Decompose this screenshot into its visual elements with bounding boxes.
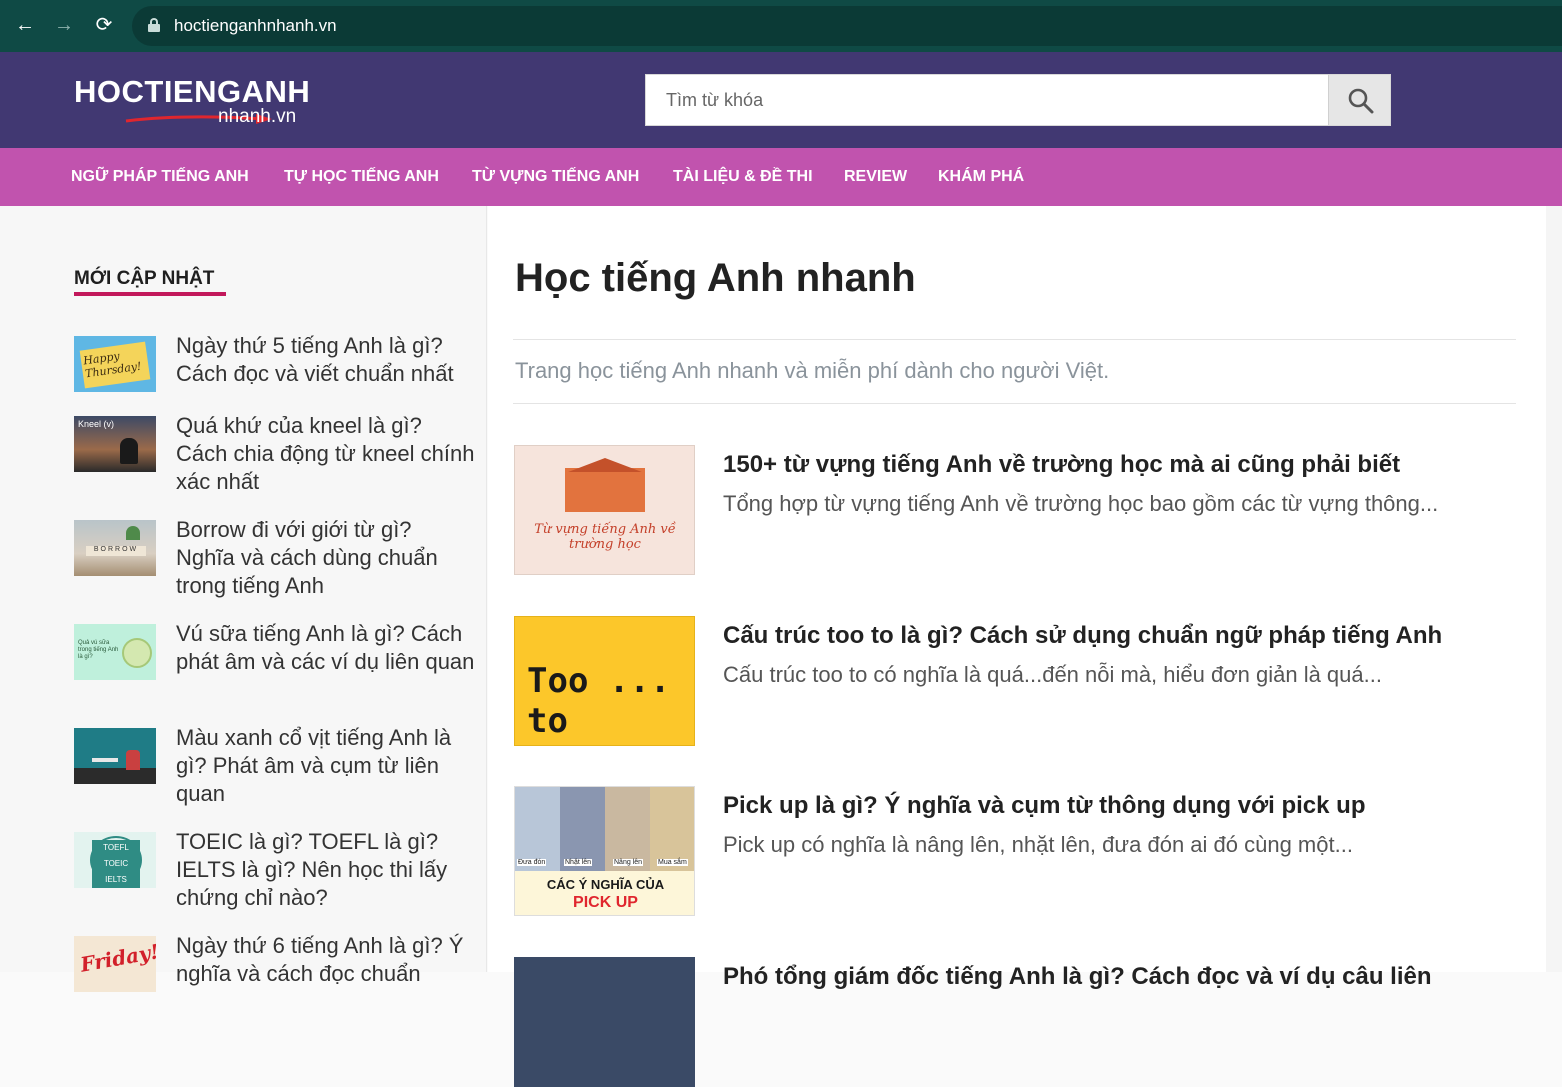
sidebar-post-title[interactable]: TOEIC là gì? TOEFL là gì? IELTS là gì? N… — [176, 828, 476, 912]
logo-bottom-text: nhanh.vn — [218, 106, 297, 127]
sidebar-post-title[interactable]: Borrow đi với giới từ gì? Nghĩa và cách … — [176, 516, 476, 600]
menu-item-tu-hoc[interactable]: TỰ HỌC TIẾNG ANH — [284, 168, 439, 186]
search-input[interactable] — [646, 75, 1329, 125]
sidebar: MỚI CẬP NHẬT Happy Thursday! Ngày thứ 5 … — [0, 206, 487, 992]
site-logo[interactable]: HOCTIENGANH nhanh.vn — [74, 74, 314, 130]
post-thumbnail[interactable] — [74, 728, 156, 784]
back-arrow-icon[interactable]: ← — [12, 12, 38, 38]
thumb-caption: Từ vựng tiếng Anh về trường học — [534, 522, 676, 552]
thumb-caption: Kneel (v) — [78, 419, 115, 429]
thumb-caption: Quả vú sữa trong tiếng Anh là gì? — [78, 640, 119, 660]
thumb-caption: CÁC Ý NGHĨA CỦA — [546, 877, 665, 892]
search-icon — [1348, 88, 1374, 114]
forward-arrow-icon[interactable]: → — [51, 12, 77, 38]
page-gutter — [1546, 206, 1562, 972]
menu-item-kham-pha[interactable]: KHÁM PHÁ — [938, 168, 1024, 186]
post-title[interactable]: Phó tổng giám đốc tiếng Anh là gì? Cách … — [723, 963, 1432, 991]
main-menu: NGỮ PHÁP TIẾNG ANH TỰ HỌC TIẾNG ANH TỪ V… — [0, 148, 1562, 206]
post-thumbnail[interactable]: Đưa đón Nhặt lên Nâng lên Mua sắm CÁC Ý … — [514, 786, 695, 916]
address-bar[interactable]: hoctienganhnhanh.vn — [132, 6, 1562, 46]
sidebar-post-title[interactable]: Màu xanh cổ vịt tiếng Anh là gì? Phát âm… — [176, 724, 476, 808]
url-text[interactable]: hoctienganhnhanh.vn — [174, 16, 337, 36]
post-thumbnail[interactable]: Kneel (v) — [74, 416, 156, 472]
post-title[interactable]: 150+ từ vựng tiếng Anh về trường học mà … — [723, 451, 1400, 479]
post-excerpt: Cấu trúc too to có nghĩa là quá...đến nỗ… — [723, 662, 1382, 687]
thumb-caption: BORROW — [86, 546, 146, 556]
divider — [513, 403, 1516, 404]
post-thumbnail[interactable] — [514, 957, 695, 1087]
thumb-label: Nhặt lên — [564, 859, 593, 866]
thumb-label: Mua sắm — [657, 859, 688, 866]
page-description: Trang học tiếng Anh nhanh và miễn phí dà… — [515, 358, 1110, 383]
logo-top-text: HOCTIENGANH — [74, 74, 311, 109]
post-thumbnail[interactable]: Friday! — [74, 936, 156, 992]
main-content: Học tiếng Anh nhanh Trang học tiếng Anh … — [488, 206, 1546, 1087]
post-thumbnail[interactable]: Từ vựng tiếng Anh về trường học — [514, 445, 695, 575]
sidebar-widget-title: MỚI CẬP NHẬT — [74, 268, 215, 289]
thumb-label: Nâng lên — [613, 859, 644, 866]
post-thumbnail[interactable]: Quả vú sữa trong tiếng Anh là gì? — [74, 624, 156, 680]
search-form — [645, 74, 1391, 126]
post-excerpt: Tổng hợp từ vựng tiếng Anh về trường học… — [723, 491, 1439, 516]
post-thumbnail[interactable]: Too ... to — [514, 616, 695, 746]
thumb-caption: TOEFL TOEIC IELTS — [92, 840, 140, 888]
post-thumbnail[interactable]: TOEFL TOEIC IELTS — [74, 832, 156, 888]
sidebar-post-title[interactable]: Ngày thứ 5 tiếng Anh là gì? Cách đọc và … — [176, 332, 476, 388]
sidebar-post-title[interactable]: Ngày thứ 6 tiếng Anh là gì? Ý nghĩa và c… — [176, 932, 476, 988]
thumb-label: Đưa đón — [517, 859, 547, 866]
reload-icon[interactable]: ⟳ — [91, 12, 117, 38]
thumb-caption: Too ... to — [527, 661, 671, 741]
lock-icon[interactable] — [148, 18, 160, 32]
search-button[interactable] — [1328, 75, 1390, 125]
post-title[interactable]: Cấu trúc too to là gì? Cách sử dụng chuẩ… — [723, 622, 1442, 650]
menu-item-tai-lieu[interactable]: TÀI LIỆU & ĐỀ THI — [673, 168, 813, 186]
sidebar-post-title[interactable]: Vú sữa tiếng Anh là gì? Cách phát âm và … — [176, 620, 476, 676]
thumb-caption: Friday! — [78, 939, 156, 977]
menu-item-ngu-phap[interactable]: NGỮ PHÁP TIẾNG ANH — [71, 168, 249, 186]
post-title[interactable]: Pick up là gì? Ý nghĩa và cụm từ thông d… — [723, 792, 1366, 820]
page-title: Học tiếng Anh nhanh — [515, 256, 916, 300]
divider — [513, 339, 1516, 340]
thumb-caption: PICK UP — [573, 894, 638, 911]
widget-title-underline — [74, 292, 226, 296]
browser-toolbar: ← → ⟳ hoctienganhnhanh.vn — [0, 0, 1562, 52]
sidebar-post-title[interactable]: Quá khứ của kneel là gì? Cách chia động … — [176, 412, 476, 496]
post-thumbnail[interactable]: Happy Thursday! — [74, 336, 156, 392]
post-thumbnail[interactable]: BORROW — [74, 520, 156, 576]
menu-item-tu-vung[interactable]: TỪ VỰNG TIẾNG ANH — [472, 168, 639, 186]
post-excerpt: Pick up có nghĩa là nâng lên, nhặt lên, … — [723, 832, 1353, 857]
menu-item-review[interactable]: REVIEW — [844, 168, 907, 186]
site-header: HOCTIENGANH nhanh.vn — [0, 52, 1562, 148]
